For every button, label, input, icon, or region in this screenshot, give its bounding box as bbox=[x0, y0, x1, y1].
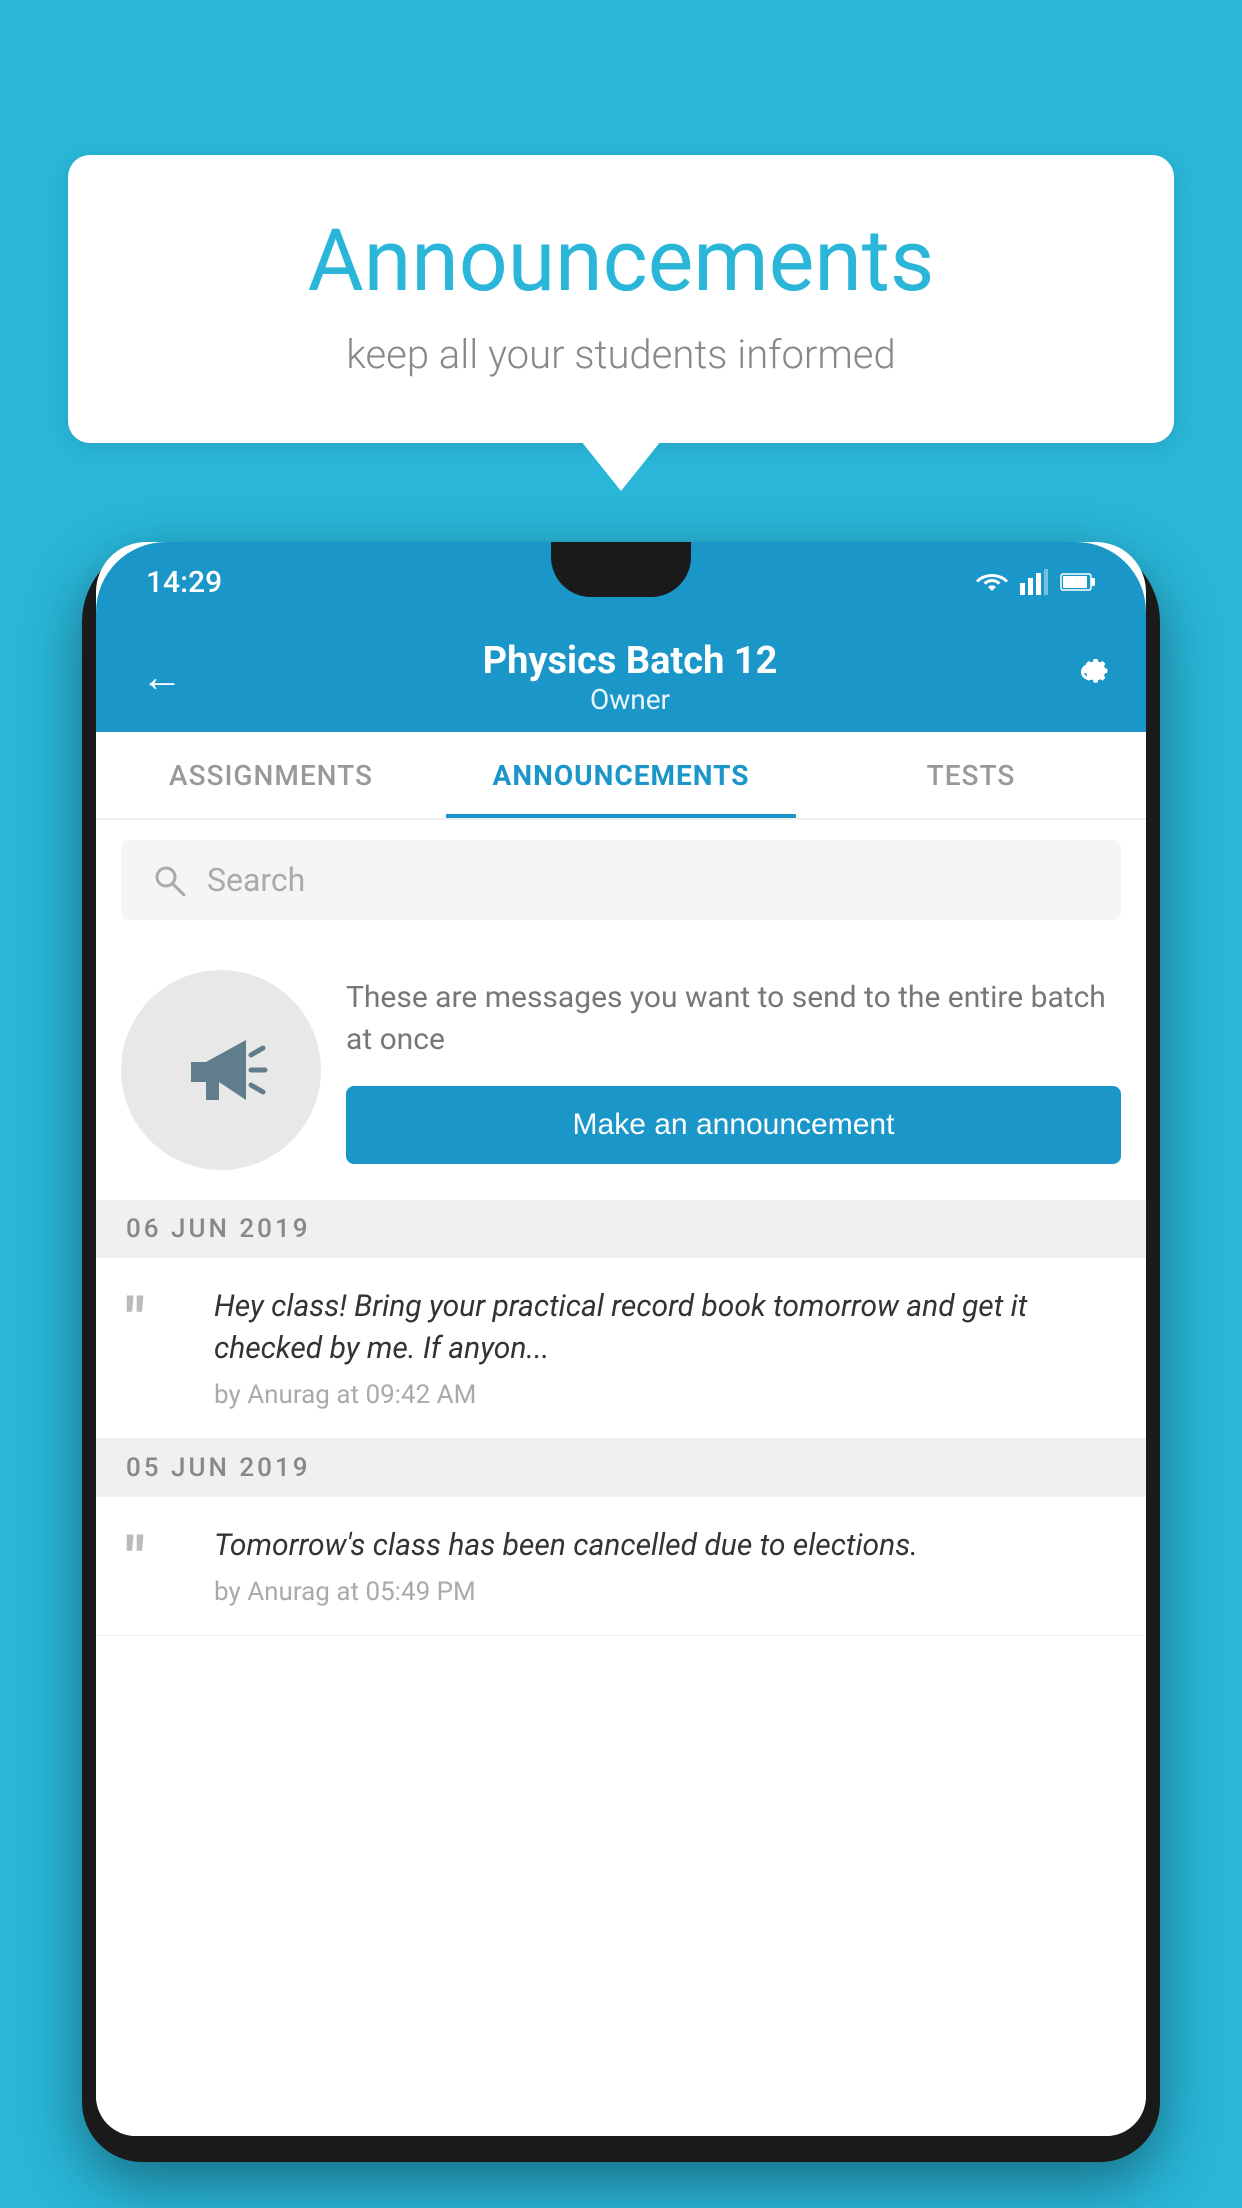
announcement-item-1[interactable]: " Hey class! Bring your practical record… bbox=[96, 1258, 1146, 1439]
tab-tests[interactable]: TESTS bbox=[796, 732, 1146, 818]
settings-button[interactable] bbox=[1067, 650, 1111, 705]
announcements-subtitle: keep all your students informed bbox=[128, 331, 1114, 378]
tabs-bar: ASSIGNMENTS ANNOUNCEMENTS TESTS bbox=[96, 732, 1146, 820]
promo-description: These are messages you want to send to t… bbox=[346, 977, 1121, 1061]
search-placeholder: Search bbox=[207, 861, 305, 899]
toolbar-title-area: Physics Batch 12 Owner bbox=[193, 639, 1067, 716]
promo-icon-circle bbox=[121, 970, 321, 1170]
announcement-meta-2: by Anurag at 05:49 PM bbox=[214, 1577, 1116, 1607]
megaphone-icon bbox=[171, 1020, 271, 1120]
announcement-item-2[interactable]: " Tomorrow's class has been cancelled du… bbox=[96, 1497, 1146, 1636]
phone-container: 14:29 bbox=[82, 530, 1160, 2208]
announcement-meta-1: by Anurag at 09:42 AM bbox=[214, 1380, 1116, 1410]
battery-icon bbox=[1060, 571, 1096, 593]
toolbar-subtitle: Owner bbox=[193, 683, 1067, 716]
phone-device: 14:29 bbox=[82, 542, 1160, 2162]
search-icon bbox=[151, 862, 187, 898]
status-icons bbox=[976, 569, 1096, 595]
phone-notch bbox=[551, 542, 691, 597]
speech-bubble: Announcements keep all your students inf… bbox=[68, 155, 1174, 443]
phone-screen: 14:29 bbox=[96, 542, 1146, 2136]
speech-bubble-container: Announcements keep all your students inf… bbox=[68, 155, 1174, 443]
announcement-message-2: Tomorrow's class has been cancelled due … bbox=[214, 1525, 1116, 1567]
promo-text-area: These are messages you want to send to t… bbox=[346, 977, 1121, 1164]
make-announcement-button[interactable]: Make an announcement bbox=[346, 1086, 1121, 1164]
announcements-title: Announcements bbox=[128, 210, 1114, 311]
date-separator-1: 06 JUN 2019 bbox=[96, 1200, 1146, 1258]
app-toolbar: ← Physics Batch 12 Owner bbox=[96, 622, 1146, 732]
announcement-text-area-2: Tomorrow's class has been cancelled due … bbox=[214, 1525, 1116, 1607]
announcement-text-area-1: Hey class! Bring your practical record b… bbox=[214, 1286, 1116, 1410]
date-separator-2: 05 JUN 2019 bbox=[96, 1439, 1146, 1497]
announcement-promo: These are messages you want to send to t… bbox=[96, 940, 1146, 1200]
toolbar-title: Physics Batch 12 bbox=[193, 639, 1067, 683]
announcement-message-1: Hey class! Bring your practical record b… bbox=[214, 1286, 1116, 1370]
phone-content: Search These are messages you want to se… bbox=[96, 820, 1146, 2136]
signal-icon bbox=[1020, 569, 1048, 595]
tab-assignments[interactable]: ASSIGNMENTS bbox=[96, 732, 446, 818]
back-button[interactable]: ← bbox=[131, 643, 193, 712]
quote-icon-2: " bbox=[126, 1530, 186, 1588]
quote-icon-1: " bbox=[126, 1291, 186, 1349]
status-bar: 14:29 bbox=[96, 542, 1146, 622]
search-bar[interactable]: Search bbox=[121, 840, 1121, 920]
gear-icon bbox=[1067, 650, 1111, 694]
status-time: 14:29 bbox=[146, 565, 222, 600]
tab-announcements[interactable]: ANNOUNCEMENTS bbox=[446, 732, 796, 818]
wifi-icon bbox=[976, 569, 1008, 595]
